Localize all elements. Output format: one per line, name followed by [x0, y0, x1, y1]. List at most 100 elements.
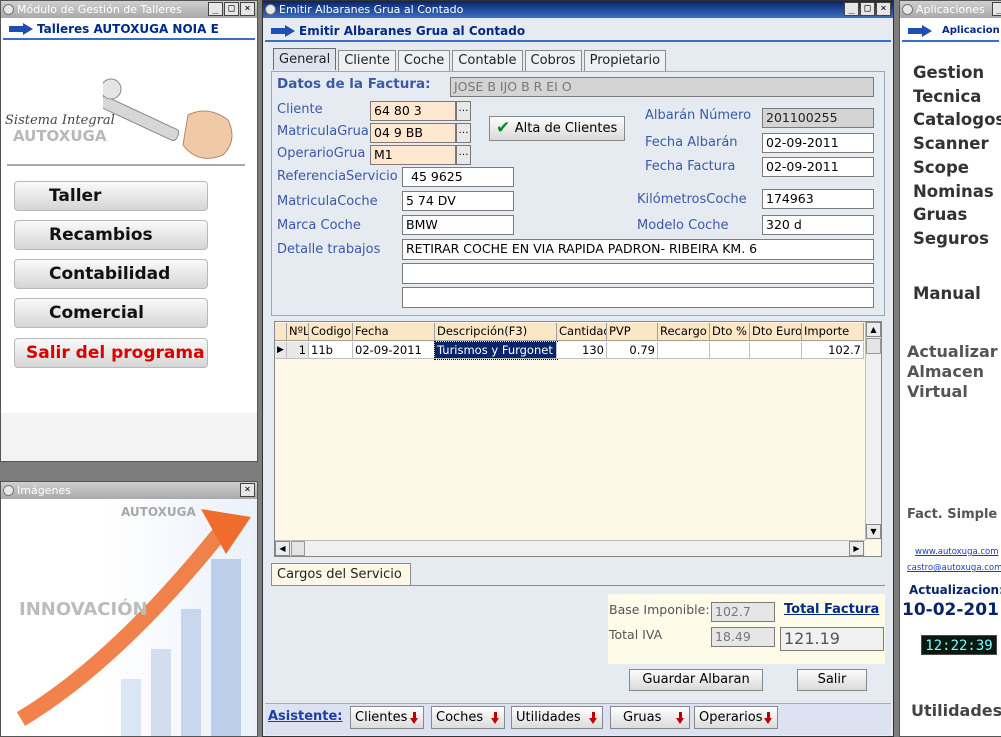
- cell-descripcion[interactable]: Turismos y Furgonet: [434, 341, 558, 360]
- hscroll-thumb[interactable]: [291, 541, 305, 556]
- alta-clientes-button[interactable]: ✔ Alta de Clientes: [489, 116, 625, 141]
- fact-simple-link[interactable]: Fact. Simple: [907, 507, 997, 522]
- maximize-button[interactable]: □: [860, 2, 875, 16]
- scroll-left-icon[interactable]: ◀: [275, 541, 290, 556]
- left-module-window: Módulo de Gestión de Talleres _ □ × Tall…: [0, 0, 258, 462]
- vertical-scrollbar[interactable]: ▲ ▼: [865, 322, 881, 540]
- referencia-servicio-field[interactable]: 45 9625: [402, 167, 514, 187]
- emitir-albaranes-window: Emitir Albaranes Grua al Contado _ □ × E…: [262, 0, 894, 737]
- grid-header-fecha[interactable]: Fecha: [353, 323, 435, 341]
- grid-header-importe[interactable]: Importe: [802, 323, 864, 341]
- operario-grua-field[interactable]: M1: [370, 145, 456, 165]
- grid-header-cantidad[interactable]: Cantidad: [557, 323, 607, 341]
- cliente-field[interactable]: 64 80 3: [370, 101, 456, 121]
- matricula-grua-lookup-button[interactable]: …: [456, 123, 471, 143]
- email-link[interactable]: castro@autoxuga.com: [907, 563, 1001, 573]
- scroll-down-icon[interactable]: ▼: [866, 524, 881, 539]
- detalle-trabajos-line2[interactable]: [402, 263, 874, 284]
- cell-codigo[interactable]: 11b: [309, 342, 353, 359]
- menu-taller-button[interactable]: Taller: [14, 181, 208, 211]
- grid-header-recargo[interactable]: Recargo: [658, 323, 710, 341]
- maximize-button[interactable]: □: [224, 2, 239, 16]
- fecha-albaran-field[interactable]: 02-09-2011: [762, 133, 874, 153]
- menu-tecnica[interactable]: Tecnica: [913, 87, 981, 106]
- menu-gestion[interactable]: Gestion: [913, 63, 984, 82]
- cell-cantidad[interactable]: 130: [557, 342, 607, 359]
- asistente-gruas-button[interactable]: Gruas: [610, 706, 690, 729]
- minimize-button[interactable]: _: [844, 2, 859, 16]
- minimize-button[interactable]: _: [992, 2, 1001, 16]
- grid-header-dto-euro[interactable]: Dto Euro: [750, 323, 802, 341]
- lines-grid[interactable]: NºL Codigo Fecha Descripción(F3) Cantida…: [274, 321, 882, 557]
- grid-header-descripcion[interactable]: Descripción(F3): [435, 323, 557, 341]
- operario-grua-lookup-button[interactable]: …: [456, 145, 471, 165]
- salir-button[interactable]: Salir: [797, 669, 867, 691]
- asistente-clientes-button[interactable]: Clientes: [350, 706, 424, 729]
- scroll-up-icon[interactable]: ▲: [866, 322, 881, 337]
- aplicaciones-titlebar[interactable]: Aplicaciones _: [900, 1, 1001, 18]
- menu-recambios-button[interactable]: Recambios: [14, 220, 208, 250]
- tab-strip: General Cliente Coche Contable Cobros Pr…: [273, 48, 668, 71]
- matricula-grua-field[interactable]: 04 9 BB: [370, 123, 456, 143]
- checkmark-icon: ✔: [496, 118, 511, 138]
- grid-header-dto-pct[interactable]: Dto %: [710, 323, 750, 341]
- row-indicator-icon: ▶: [275, 342, 287, 359]
- horizontal-scrollbar[interactable]: ◀ ▶: [275, 540, 865, 556]
- asistente-operarios-button[interactable]: Operarios: [694, 706, 778, 729]
- cell-dto-euro[interactable]: [750, 342, 802, 359]
- bottom-panel-line: [271, 585, 885, 586]
- menu-virtual[interactable]: Virtual: [907, 382, 968, 401]
- minimize-button[interactable]: _: [208, 2, 223, 16]
- main-window-titlebar[interactable]: Emitir Albaranes Grua al Contado _ □ ×: [263, 1, 893, 18]
- close-button[interactable]: ×: [876, 2, 891, 16]
- menu-nominas[interactable]: Nominas: [913, 182, 994, 201]
- website-link[interactable]: www.autoxuga.com: [915, 547, 999, 557]
- menu-actualizar[interactable]: Actualizar: [907, 342, 998, 361]
- cell-dto-pct[interactable]: [710, 342, 750, 359]
- detalle-trabajos-line3[interactable]: [402, 287, 874, 308]
- asistente-coches-button[interactable]: Coches: [431, 706, 505, 729]
- km-coche-field[interactable]: 174963: [762, 189, 874, 209]
- detalle-trabajos-line1[interactable]: RETIRAR COCHE EN VIA RAPIDA PADRON- RIBE…: [402, 239, 874, 260]
- scroll-thumb[interactable]: [866, 338, 881, 354]
- cliente-lookup-button[interactable]: …: [456, 101, 471, 121]
- tab-cliente[interactable]: Cliente: [338, 50, 396, 71]
- salir-programa-button[interactable]: Salir del programa: [14, 338, 208, 368]
- tab-general[interactable]: General: [273, 48, 337, 70]
- menu-seguros[interactable]: Seguros: [913, 229, 989, 248]
- menu-comercial-button[interactable]: Comercial: [14, 298, 208, 328]
- left-window-bottom: [1, 413, 257, 461]
- tab-cobros[interactable]: Cobros: [524, 50, 582, 71]
- matricula-coche-field[interactable]: 5 74 DV: [402, 191, 514, 211]
- fecha-factura-field[interactable]: 02-09-2011: [762, 157, 874, 177]
- grid-header-nol[interactable]: NºL: [287, 323, 309, 341]
- menu-catalogos[interactable]: Catalogos: [913, 110, 1001, 129]
- scroll-right-icon[interactable]: ▶: [849, 541, 864, 556]
- asistente-utilidades-button[interactable]: Utilidades: [511, 706, 603, 729]
- menu-utilidades[interactable]: Utilidades: [911, 701, 1001, 720]
- images-window-titlebar[interactable]: Imágenes ×: [1, 482, 257, 499]
- grid-header-codigo[interactable]: Codigo: [309, 323, 353, 341]
- cell-nol[interactable]: 1: [287, 342, 309, 359]
- tab-propietario[interactable]: Propietario: [583, 50, 667, 71]
- left-window-titlebar[interactable]: Módulo de Gestión de Talleres _ □ ×: [1, 1, 257, 18]
- menu-gruas[interactable]: Gruas: [913, 205, 967, 224]
- marca-coche-field[interactable]: BMW: [402, 215, 514, 235]
- menu-almacen[interactable]: Almacen: [907, 362, 984, 381]
- modelo-coche-field[interactable]: 320 d: [762, 215, 874, 235]
- cell-pvp[interactable]: 0.79: [607, 342, 658, 359]
- cell-recargo[interactable]: [658, 342, 710, 359]
- grid-header-pvp[interactable]: PVP: [607, 323, 658, 341]
- close-button[interactable]: ×: [240, 483, 255, 497]
- tab-contable[interactable]: Contable: [452, 50, 523, 71]
- menu-scanner[interactable]: Scanner: [913, 134, 989, 153]
- menu-scope[interactable]: Scope: [913, 158, 969, 177]
- guardar-albaran-button[interactable]: Guardar Albaran: [629, 669, 763, 691]
- menu-manual[interactable]: Manual: [913, 284, 981, 303]
- tab-cargos-servicio[interactable]: Cargos del Servicio: [271, 563, 411, 586]
- menu-contabilidad-button[interactable]: Contabilidad: [14, 259, 208, 289]
- close-button[interactable]: ×: [240, 2, 255, 16]
- cell-importe[interactable]: 102.7: [802, 342, 864, 359]
- tab-coche[interactable]: Coche: [397, 50, 451, 71]
- cell-fecha[interactable]: 02-09-2011: [353, 342, 435, 359]
